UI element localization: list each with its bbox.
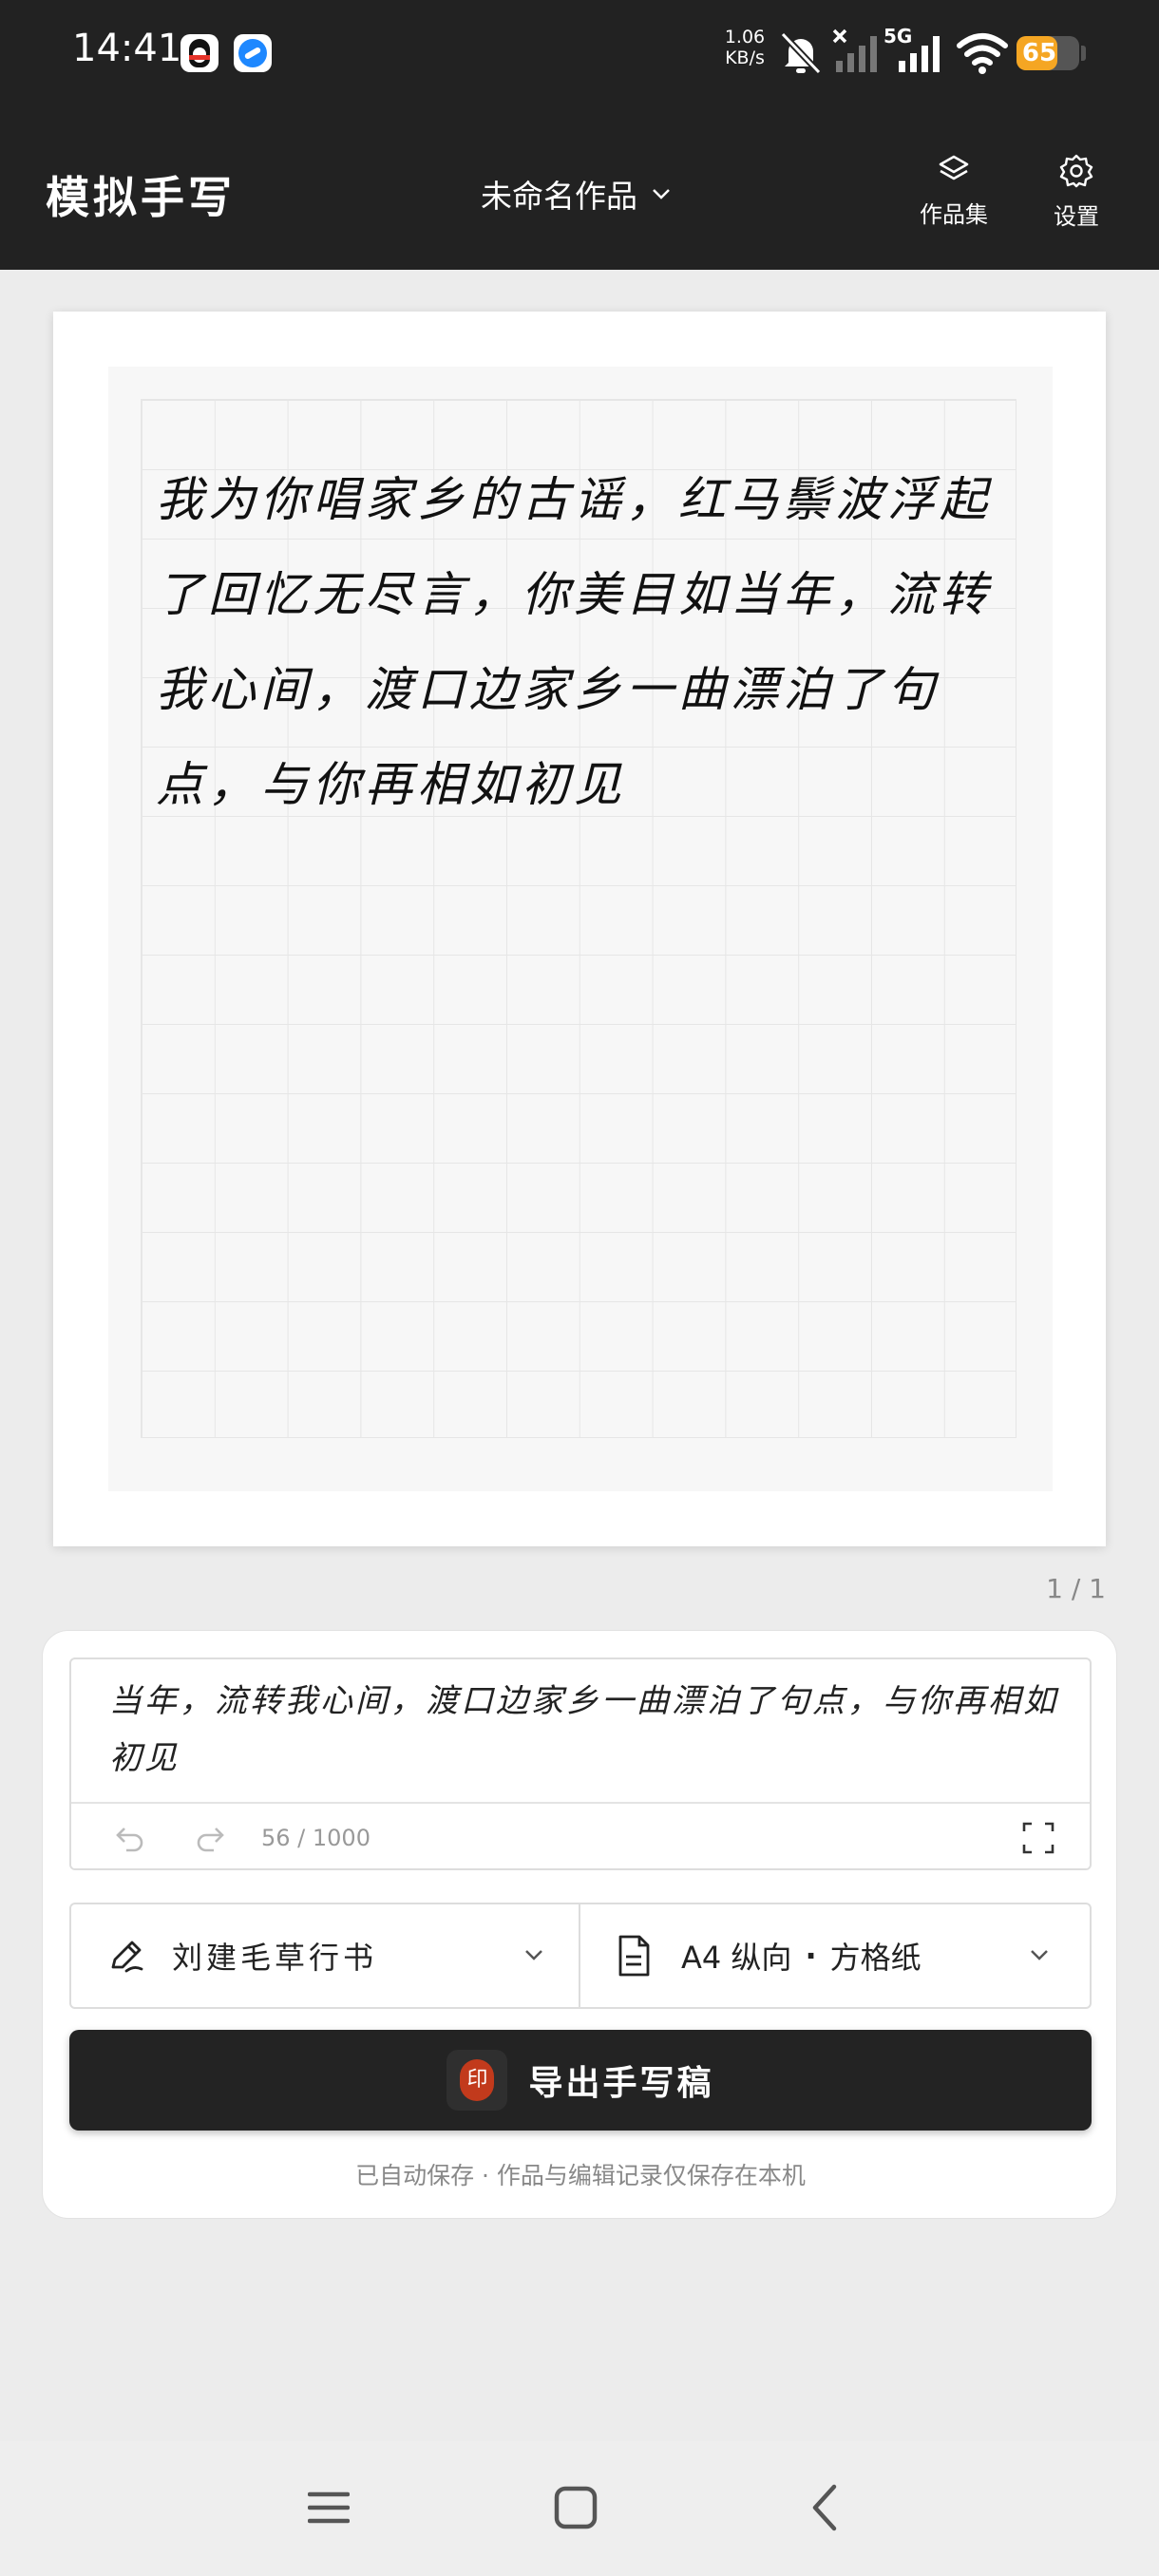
network-speed: 1.06 KB/s <box>724 27 766 68</box>
signal-icon <box>899 36 940 72</box>
layers-icon <box>939 155 969 180</box>
menu-icon[interactable] <box>308 2479 350 2536</box>
paper-type: 方格纸 <box>829 1940 922 1976</box>
gear-icon <box>1059 154 1093 188</box>
text-input[interactable]: 我为你唱家乡的古谣，红马鬃波浮起了回忆无尽言，你美目如当年，流转我心间，渡口边家… <box>71 1659 1090 1794</box>
home-icon[interactable] <box>553 2479 598 2536</box>
qq-icon <box>180 34 218 72</box>
battery-icon: 65 <box>1016 36 1079 70</box>
work-title: 未命名作品 <box>481 178 637 215</box>
work-title-dropdown[interactable]: 未命名作品 <box>481 171 672 217</box>
settings-button[interactable]: 设置 <box>1024 154 1129 239</box>
settings-label: 设置 <box>1054 203 1099 230</box>
font-selector[interactable]: 刘建毛草行书 <box>71 1904 580 2007</box>
paper-separator: · <box>805 1938 817 1974</box>
signal-no-service-icon <box>832 28 877 72</box>
collection-label: 作品集 <box>920 201 988 228</box>
handwriting-line: 了回忆无尽言，你美目如当年，流转 <box>156 567 992 622</box>
handwriting-text: 我为你唱家乡的古谣，红马鬃波浮起 了回忆无尽言，你美目如当年，流转 我心间，渡口… <box>156 452 1011 832</box>
handwriting-line: 点，与你再相如初见 <box>156 757 626 812</box>
option-selectors: 刘建毛草行书 A4 纵向 · 方格纸 <box>69 1903 1092 2009</box>
app-header: 模拟手写 未命名作品 作品集 设置 <box>0 106 1159 270</box>
app-title: 模拟手写 <box>46 172 236 223</box>
fullscreen-icon[interactable] <box>1021 1821 1055 1855</box>
collection-button[interactable]: 作品集 <box>902 154 1006 239</box>
paper-size: A4 纵向 <box>681 1940 792 1976</box>
document-icon <box>618 1935 650 1977</box>
undo-icon[interactable] <box>113 1821 147 1855</box>
seal-icon: 印 <box>446 2050 508 2111</box>
status-time: 14:41 <box>72 27 182 70</box>
wifi-icon <box>957 33 1008 74</box>
paper-selector[interactable]: A4 纵向 · 方格纸 <box>580 1904 1090 2007</box>
navigation-bar <box>0 2441 1159 2576</box>
status-bar: 14:41 1.06 KB/s 5G 65 <box>0 0 1159 106</box>
save-note: 已自动保存 · 作品与编辑记录仅保存在本机 <box>355 2162 806 2189</box>
text-editor[interactable]: 我为你唱家乡的古谣，红马鬃波浮起了回忆无尽言，你美目如当年，流转我心间，渡口边家… <box>69 1657 1092 1870</box>
back-icon[interactable] <box>808 2479 842 2536</box>
pen-icon <box>111 1941 143 1973</box>
export-button[interactable]: 印 导出手写稿 <box>69 2030 1092 2131</box>
chevron-down-icon <box>1031 1950 1048 1960</box>
handwriting-line: 我心间，渡口边家乡一曲漂泊了句 <box>156 662 940 717</box>
editor-panel: 我为你唱家乡的古谣，红马鬃波浮起了回忆无尽言，你美目如当年，流转我心间，渡口边家… <box>42 1630 1117 2219</box>
mute-icon <box>780 31 822 75</box>
chevron-down-icon <box>653 189 670 199</box>
paper-preview[interactable]: 我为你唱家乡的古谣，红马鬃波浮起 了回忆无尽言，你美目如当年，流转 我心间，渡口… <box>53 312 1106 1546</box>
chevron-down-icon <box>525 1950 542 1960</box>
redo-icon[interactable] <box>193 1821 227 1855</box>
browser-icon <box>234 34 272 72</box>
export-label: 导出手写稿 <box>528 2064 714 2103</box>
handwriting-line: 我为你唱家乡的古谣，红马鬃波浮起 <box>156 472 992 527</box>
font-label: 刘建毛草行书 <box>172 1940 378 1976</box>
text-toolbar: 56 / 1000 <box>71 1802 1090 1868</box>
page-indicator: 1 / 1 <box>1046 1573 1106 1604</box>
char-count: 56 / 1000 <box>261 1825 370 1851</box>
